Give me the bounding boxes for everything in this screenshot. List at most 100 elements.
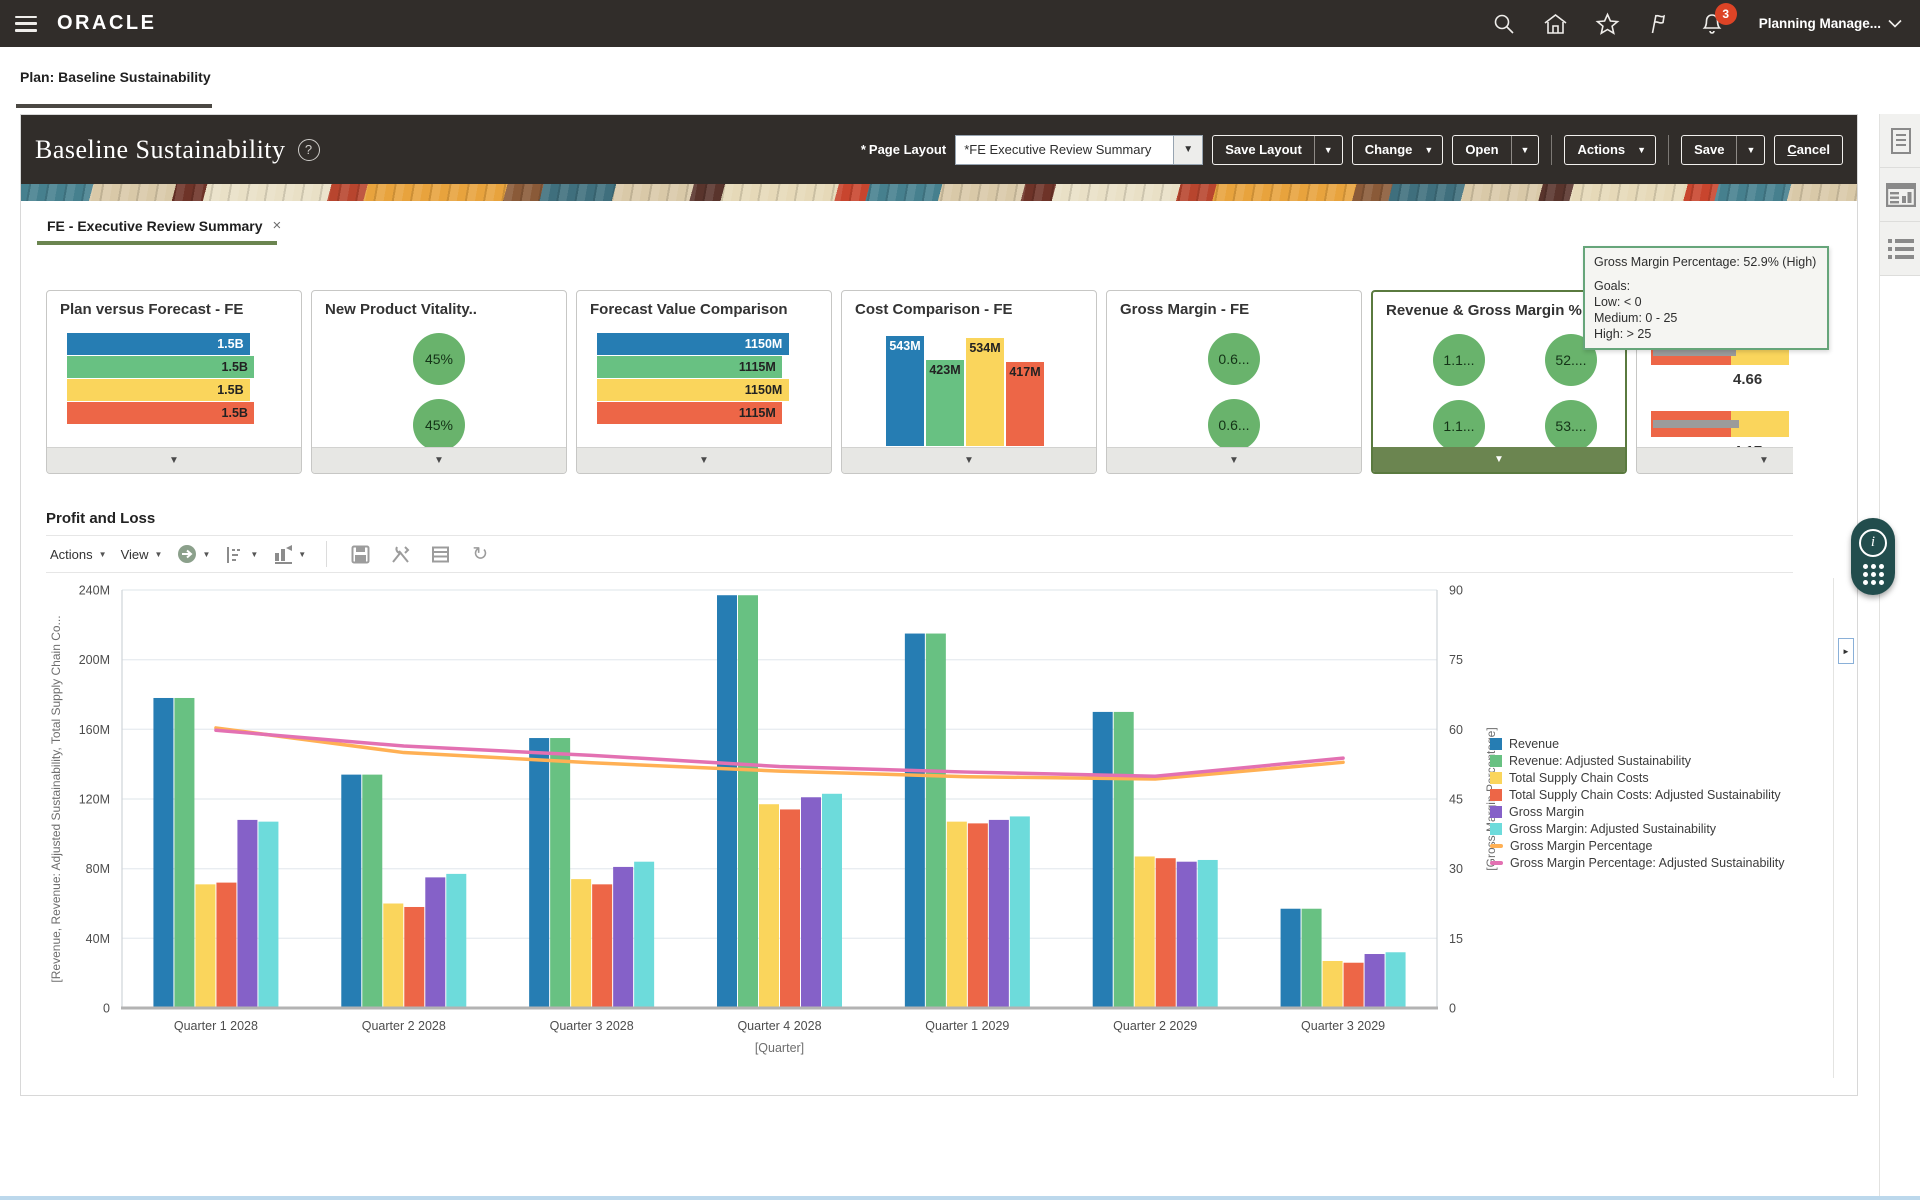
svg-text:60: 60 [1449,723,1463,737]
page-layout-select[interactable]: *FE Executive Review Summary ▼ [955,135,1203,165]
cancel-button[interactable]: Cancel [1774,135,1843,165]
home-icon[interactable] [1543,11,1569,37]
profit-loss-toolbar: Actions▼ View▼ ▼ ▼ ▼ [46,535,1793,573]
tile-title: Cost Comparison - FE [855,301,1013,318]
dashboard-icon[interactable] [1880,168,1920,222]
chart-type-icon[interactable]: ▼ [272,543,306,565]
svg-text:Quarter 4 2028: Quarter 4 2028 [737,1019,821,1033]
svg-text:45: 45 [1449,793,1463,807]
tile-title: New Product Vitality.. [325,301,477,318]
list-icon[interactable] [1880,222,1920,276]
view-menu[interactable]: View▼ [121,547,163,562]
refresh-icon[interactable]: ↻ [467,541,493,567]
legend-label: Gross Margin: Adjusted Sustainability [1509,822,1716,836]
tooltip-goals-label: Goals: [1594,278,1818,294]
kpi-circle: 45% [413,399,465,451]
flag-icon[interactable] [1647,11,1673,37]
change-button[interactable]: Change▼ [1352,135,1444,165]
user-menu-label: Planning Manage... [1759,16,1881,31]
legend-item: Gross Margin [1490,805,1784,819]
tile-new-product-vitality[interactable]: New Product Vitality..45%45%▼ [311,290,567,474]
save-icon[interactable] [347,541,373,567]
dashboard-tab-label: FE - Executive Review Summary [47,218,263,234]
bar-value-label: 543M [886,339,924,353]
legend-swatch [1490,844,1503,848]
tooltip-goal-medium: Medium: 0 - 25 [1594,310,1818,326]
top-app-bar: ORACLE 3 Planning Manage... [0,0,1920,47]
tile-plan-versus-forecast-fe[interactable]: Plan versus Forecast - FE1.5B1.5B1.5B1.5… [46,290,302,474]
legend-label: Revenue: Adjusted Sustainability [1509,754,1691,768]
tile-gross-margin-fe[interactable]: Gross Margin - FE0.6...0.6...▼ [1106,290,1362,474]
page-layout-dropdown-button[interactable]: ▼ [1173,135,1203,165]
actions-button[interactable]: Actions▼ [1564,135,1656,165]
svg-text:80M: 80M [86,862,110,876]
drill-circle-arrow-icon[interactable]: ▼ [176,543,210,565]
actions-menu[interactable]: Actions▼ [50,547,107,562]
tile-expand-button[interactable]: ▼ [842,447,1096,473]
legend-label: Gross Margin Percentage [1510,839,1652,853]
save-layout-button[interactable]: Save Layout▼ [1212,135,1343,165]
view-by-icon[interactable]: ▼ [224,543,258,565]
svg-text:15: 15 [1449,932,1463,946]
oracle-logo: ORACLE [57,12,156,35]
legend-item: Gross Margin: Adjusted Sustainability [1490,822,1784,836]
kpi-circle: 0.6... [1208,399,1260,451]
legend-label: Revenue [1509,737,1559,751]
tile-expand-button[interactable]: ▼ [312,447,566,473]
svg-text:240M: 240M [79,584,110,598]
legend-item: Total Supply Chain Costs: Adjusted Susta… [1490,788,1784,802]
svg-text:0: 0 [103,1002,110,1016]
application-window: ORACLE 3 Planning Manage... [0,0,1920,1200]
form-page-icon[interactable] [1880,114,1920,168]
tile-forecast-value-comparison[interactable]: Forecast Value Comparison1150M1115M1150M… [576,290,832,474]
svg-text:160M: 160M [79,723,110,737]
tile-expand-button[interactable]: ▼ [1373,447,1625,472]
svg-text:200M: 200M [79,653,110,667]
open-button[interactable]: Open▼ [1452,135,1539,165]
tab-plan-baseline-sustainability[interactable]: Plan: Baseline Sustainability [20,69,211,85]
favorites-icon[interactable] [1595,11,1621,37]
tile-vbar: 534M [966,338,1004,446]
close-icon[interactable]: × [273,217,282,234]
bar-value-label: 1115M [739,360,776,374]
content-divider [1833,578,1834,1078]
dropdown-caret-icon: ▼ [1637,145,1655,155]
tile-hbar: 1.5B [67,402,285,424]
info-grid-floating-button[interactable]: i [1851,518,1895,595]
tile-title: Forecast Value Comparison [590,301,788,318]
grid-dots-icon[interactable] [1863,564,1884,585]
active-dashboard-tab-underline [37,241,277,245]
user-menu[interactable]: Planning Manage... [1759,16,1902,31]
svg-text:Quarter 3 2028: Quarter 3 2028 [550,1019,634,1033]
tile-expand-button[interactable]: ▼ [47,447,301,473]
info-icon[interactable]: i [1859,529,1887,557]
table-icon[interactable] [427,541,453,567]
help-icon[interactable]: ? [298,139,320,161]
tile-expand-button[interactable]: ▼ [1107,447,1361,473]
tab-fe-executive-review-summary[interactable]: FE - Executive Review Summary × [47,217,281,234]
kpi-circle: 45% [413,333,465,385]
bar-value-label: 1115M [739,406,776,420]
chevron-down-icon [1888,19,1902,28]
notifications-icon[interactable]: 3 [1699,11,1725,37]
legend-item: Revenue: Adjusted Sustainability [1490,754,1784,768]
search-icon[interactable] [1491,11,1517,37]
bar-value-label: 417M [1006,365,1044,379]
chart-tooltip: Gross Margin Percentage: 52.9% (High) Go… [1583,246,1829,350]
tile-hbar: 1.5B [67,356,285,378]
page-layout-value: *FE Executive Review Summary [955,135,1173,165]
bar-value-label: 1150M [745,337,783,351]
legend-label: Total Supply Chain Costs [1509,771,1649,785]
save-button[interactable]: Save▼ [1681,135,1765,165]
tile-expand-button[interactable]: ▼ [1637,447,1793,473]
tile-cost-comparison-fe[interactable]: Cost Comparison - FE543M423M534M417M▼ [841,290,1097,474]
svg-text:[Quarter]: [Quarter] [755,1041,804,1055]
tools-icon[interactable] [387,541,413,567]
tile-expand-button[interactable]: ▼ [577,447,831,473]
svg-text:Quarter 2 2029: Quarter 2 2029 [1113,1019,1197,1033]
tile-hbar: 1.5B [67,333,285,355]
expand-panel-arrow[interactable]: ► [1838,638,1854,664]
hamburger-menu-icon[interactable] [15,16,37,32]
kpi-circle: 1.1... [1433,400,1485,452]
tile-hbar: 1150M [597,333,815,355]
